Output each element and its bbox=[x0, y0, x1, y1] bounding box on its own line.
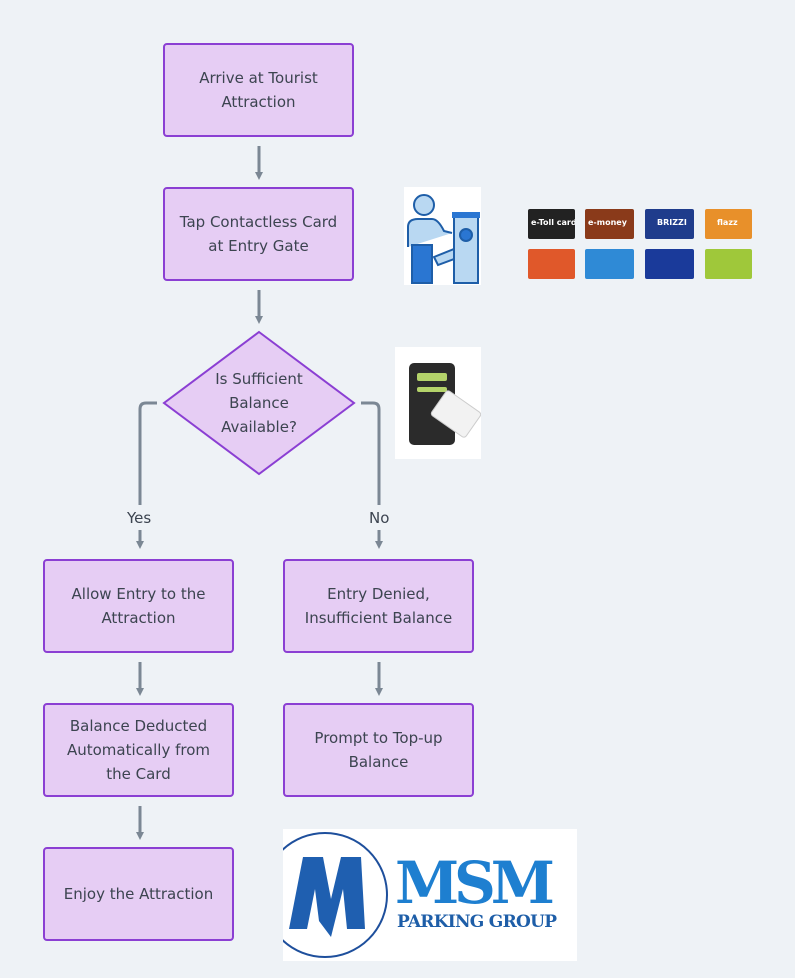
card-emoney: e-money bbox=[585, 209, 634, 239]
card-label-emoney: e-money bbox=[588, 218, 627, 227]
node-allow-entry: Allow Entry to the Attraction bbox=[43, 559, 234, 653]
card-reader-image bbox=[395, 347, 481, 459]
logo-subtitle: PARKING GROUP bbox=[397, 912, 557, 932]
edge-label-yes: Yes bbox=[125, 509, 154, 527]
person-at-gate-image bbox=[404, 187, 481, 285]
card-label-etoll: e-Toll card bbox=[531, 218, 575, 227]
card bbox=[645, 249, 694, 279]
node-enjoy: Enjoy the Attraction bbox=[43, 847, 234, 941]
card-label-flazz: flazz bbox=[717, 218, 738, 227]
node-topup: Prompt to Top-up Balance bbox=[283, 703, 474, 797]
card bbox=[528, 249, 575, 279]
card-label-brizzi: BRIZZI bbox=[657, 218, 687, 227]
card bbox=[585, 249, 634, 279]
node-balance-deducted: Balance Deducted Automatically from the … bbox=[43, 703, 234, 797]
payment-cards-image: e-Toll card e-money BRIZZI flazz bbox=[528, 207, 752, 283]
card-etoll: e-Toll card bbox=[528, 209, 575, 239]
flowchart-canvas: Arrive at Tourist Attraction Tap Contact… bbox=[0, 0, 795, 978]
node-entry-denied: Entry Denied, Insufficient Balance bbox=[283, 559, 474, 653]
node-decision-text: Is Sufficient Balance Available? bbox=[215, 370, 303, 436]
node-tap-card: Tap Contactless Card at Entry Gate bbox=[163, 187, 354, 281]
msm-parking-group-logo: MSM PARKING GROUP bbox=[283, 829, 577, 961]
card bbox=[705, 249, 752, 279]
node-arrive: Arrive at Tourist Attraction bbox=[163, 43, 354, 137]
edge-label-no: No bbox=[367, 509, 392, 527]
card-brizzi: BRIZZI bbox=[645, 209, 694, 239]
logo-title: MSM bbox=[395, 849, 555, 917]
card-flazz: flazz bbox=[705, 209, 752, 239]
